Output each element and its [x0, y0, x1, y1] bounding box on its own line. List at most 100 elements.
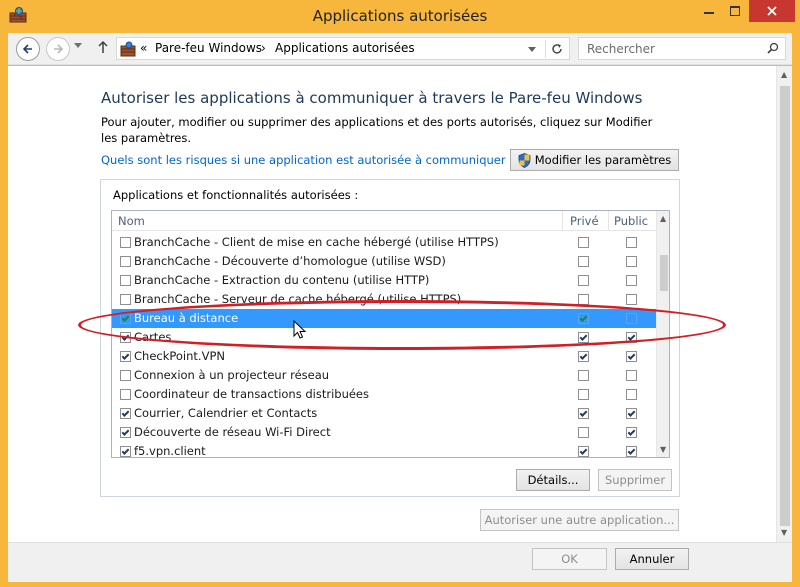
- checkmark-icon: [627, 332, 636, 341]
- list-item[interactable]: Bureau à distance: [112, 309, 656, 328]
- close-button[interactable]: [749, 0, 795, 22]
- close-icon: [767, 6, 777, 16]
- list-item[interactable]: Cartes: [112, 328, 656, 347]
- list-item[interactable]: BranchCache - Client de mise en cache hé…: [112, 233, 656, 252]
- list-header: Nom Privé Public: [112, 211, 656, 231]
- public-checkbox[interactable]: [626, 313, 637, 324]
- list-item[interactable]: BranchCache - Extraction du contenu (uti…: [112, 271, 656, 290]
- scroll-up-arrow-icon[interactable]: ▲: [660, 214, 666, 223]
- search-box[interactable]: Rechercher: [578, 37, 786, 60]
- app-name: CheckPoint.VPN: [134, 349, 225, 363]
- list-scrollbar-thumb[interactable]: [660, 255, 668, 291]
- address-dropdown-button[interactable]: [523, 42, 541, 56]
- column-header-private[interactable]: Privé: [570, 214, 599, 228]
- public-checkbox[interactable]: [626, 351, 637, 362]
- checkmark-icon: [579, 408, 588, 417]
- ok-button[interactable]: OK: [532, 548, 607, 570]
- enable-checkbox[interactable]: [120, 408, 131, 419]
- enable-checkbox[interactable]: [120, 237, 131, 248]
- enable-checkbox[interactable]: [120, 370, 131, 381]
- breadcrumb-overflow[interactable]: «: [140, 41, 147, 55]
- public-checkbox[interactable]: [626, 446, 637, 457]
- address-bar[interactable]: « Pare-feu Windows › Applications autori…: [116, 37, 570, 60]
- enable-checkbox[interactable]: [120, 256, 131, 267]
- list-item[interactable]: CheckPoint.VPN: [112, 347, 656, 366]
- allow-another-app-button[interactable]: Autoriser une autre application...: [480, 509, 679, 531]
- private-checkbox[interactable]: [578, 256, 589, 267]
- private-checkbox[interactable]: [578, 446, 589, 457]
- public-checkbox[interactable]: [626, 427, 637, 438]
- public-checkbox[interactable]: [626, 275, 637, 286]
- private-checkbox[interactable]: [578, 332, 589, 343]
- private-checkbox[interactable]: [578, 294, 589, 305]
- public-checkbox[interactable]: [626, 256, 637, 267]
- window-scrollbar[interactable]: ▲ ▼: [776, 66, 792, 542]
- page-description: Pour ajouter, modifier ou supprimer des …: [101, 115, 653, 145]
- enable-checkbox[interactable]: [120, 275, 131, 286]
- modify-settings-button[interactable]: Modifier les paramètres: [510, 149, 679, 171]
- dialog-footer: OK Annuler: [8, 542, 792, 582]
- checkmark-icon: [579, 332, 588, 341]
- enable-checkbox[interactable]: [120, 313, 131, 324]
- up-arrow-icon[interactable]: [98, 40, 108, 54]
- risks-help-link[interactable]: Quels sont les risques si une applicatio…: [101, 153, 515, 167]
- back-button[interactable]: [16, 37, 40, 61]
- list-scrollbar[interactable]: ▲ ▼: [656, 211, 669, 457]
- app-name: Cartes: [134, 330, 172, 344]
- private-checkbox[interactable]: [578, 237, 589, 248]
- column-divider: [562, 211, 563, 231]
- private-checkbox[interactable]: [578, 275, 589, 286]
- forward-button[interactable]: [46, 37, 70, 61]
- public-checkbox[interactable]: [626, 237, 637, 248]
- checkmark-icon: [121, 427, 130, 436]
- allowed-apps-list[interactable]: Nom Privé Public BranchCache - Client de…: [111, 210, 670, 458]
- public-checkbox[interactable]: [626, 294, 637, 305]
- app-name: BranchCache - Serveur de cache hébergé (…: [134, 292, 462, 306]
- search-icon[interactable]: [767, 42, 779, 54]
- private-checkbox[interactable]: [578, 351, 589, 362]
- private-checkbox[interactable]: [578, 427, 589, 438]
- minimize-button[interactable]: [696, 0, 722, 22]
- breadcrumb-allowed-apps[interactable]: Applications autorisées: [275, 41, 415, 55]
- scroll-down-arrow-icon[interactable]: ▼: [781, 528, 787, 537]
- enable-checkbox[interactable]: [120, 389, 131, 400]
- private-checkbox[interactable]: [578, 313, 589, 324]
- list-item[interactable]: BranchCache - Découverte d’homologue (ut…: [112, 252, 656, 271]
- list-item[interactable]: Coordinateur de transactions distribuées: [112, 385, 656, 404]
- public-checkbox[interactable]: [626, 389, 637, 400]
- cancel-button[interactable]: Annuler: [615, 548, 689, 570]
- enable-checkbox[interactable]: [120, 332, 131, 343]
- enable-checkbox[interactable]: [120, 351, 131, 362]
- public-checkbox[interactable]: [626, 332, 637, 343]
- public-checkbox[interactable]: [626, 370, 637, 381]
- scroll-up-arrow-icon[interactable]: ▲: [781, 70, 787, 79]
- list-item[interactable]: Découverte de réseau Wi-Fi Direct: [112, 423, 656, 442]
- private-checkbox[interactable]: [578, 408, 589, 419]
- enable-checkbox[interactable]: [120, 427, 131, 438]
- checkmark-icon: [121, 313, 130, 322]
- navigation-bar: « Pare-feu Windows › Applications autori…: [8, 33, 792, 65]
- list-item[interactable]: BranchCache - Serveur de cache hébergé (…: [112, 290, 656, 309]
- column-header-public[interactable]: Public: [614, 214, 648, 228]
- scroll-down-arrow-icon[interactable]: ▼: [660, 445, 666, 454]
- chevron-down-icon[interactable]: [74, 43, 82, 49]
- public-checkbox[interactable]: [626, 408, 637, 419]
- refresh-button[interactable]: [545, 40, 567, 58]
- list-item[interactable]: Connexion à un projecteur réseau: [112, 366, 656, 385]
- private-checkbox[interactable]: [578, 389, 589, 400]
- breadcrumb-separator: ›: [261, 41, 266, 55]
- breadcrumb-firewall[interactable]: Pare-feu Windows: [155, 41, 262, 55]
- enable-checkbox[interactable]: [120, 294, 131, 305]
- checkmark-icon: [121, 408, 130, 417]
- maximize-button[interactable]: [722, 0, 748, 22]
- details-button[interactable]: Détails...: [516, 469, 590, 491]
- enable-checkbox[interactable]: [120, 446, 131, 457]
- list-item[interactable]: f5.vpn.client: [112, 442, 656, 457]
- remove-button[interactable]: Supprimer: [598, 469, 672, 491]
- chevron-down-icon: [528, 46, 536, 52]
- column-header-name[interactable]: Nom: [118, 214, 145, 228]
- window-scrollbar-thumb[interactable]: [780, 86, 790, 526]
- private-checkbox[interactable]: [578, 370, 589, 381]
- allowed-apps-group: Applications et fonctionnalités autorisé…: [100, 179, 680, 497]
- list-item[interactable]: Courrier, Calendrier et Contacts: [112, 404, 656, 423]
